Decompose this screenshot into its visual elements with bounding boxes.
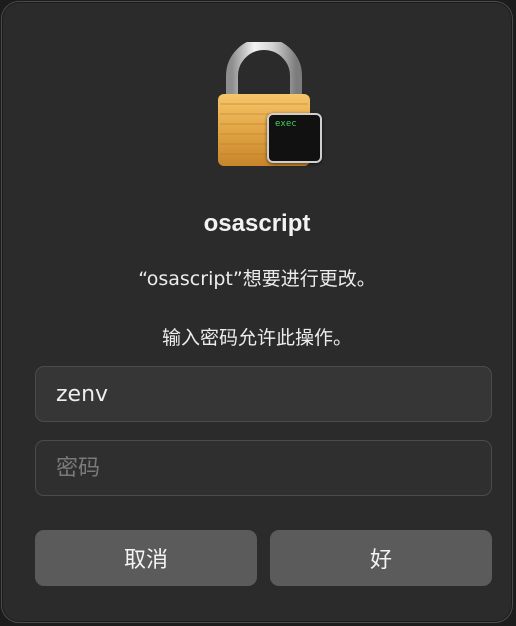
ok-button[interactable]: 好: [270, 530, 492, 586]
cancel-button[interactable]: 取消: [35, 530, 257, 586]
auth-dialog: exec osascript “osascript”想要进行更改。 输入密码允许…: [1, 1, 513, 623]
terminal-badge-text: exec: [275, 119, 297, 129]
terminal-exec-icon: exec: [267, 113, 322, 163]
dialog-message: “osascript”想要进行更改。: [138, 268, 376, 290]
password-field[interactable]: [35, 440, 492, 496]
dialog-prompt: 输入密码允许此操作。: [161, 327, 352, 349]
username-field[interactable]: [35, 366, 492, 422]
dialog-title: osascript: [203, 210, 311, 237]
